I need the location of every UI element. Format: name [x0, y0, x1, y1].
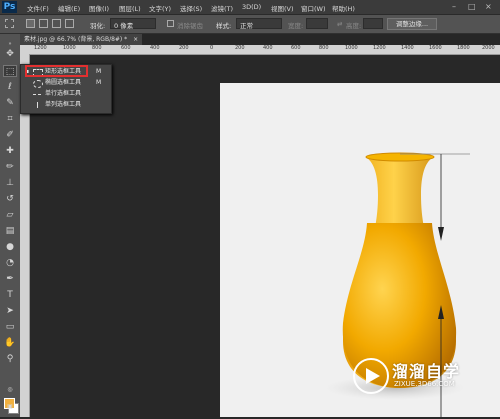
watermark-subtitle: ZIXUE.3D66.COM	[394, 380, 455, 388]
gradient-tool-icon[interactable]: ▤	[3, 225, 17, 237]
ruler-tick-label: 1800	[457, 45, 470, 51]
flyout-item-single-column-marquee[interactable]: 单列选框工具	[21, 100, 111, 110]
toolbox: » ✥ ⬚ ℓ ✎ ⌗ ✐ ✚ ✏ ⊥ ↺ ▱ ▤ ● ◔ ✒ T ➤ ▭ ✋ …	[0, 34, 21, 417]
menu-help[interactable]: 帮助(H)	[332, 3, 355, 13]
clone-stamp-tool-icon[interactable]: ⊥	[3, 177, 17, 189]
ruler-tick-label: 600	[121, 45, 131, 51]
eyedropper-tool-icon[interactable]: ✐	[3, 129, 17, 141]
feather-label: 羽化:	[90, 22, 106, 30]
flyout-item-label: 单行选框工具	[45, 90, 82, 97]
single-column-marquee-icon	[37, 102, 38, 108]
ruler-tick-label: 1400	[401, 45, 414, 51]
height-label: 高度:	[346, 22, 362, 30]
antialias-label: 消除锯齿	[177, 22, 203, 30]
dodge-tool-icon[interactable]: ◔	[3, 257, 17, 269]
style-value: 正常	[240, 22, 253, 30]
refine-edge-button[interactable]: 调整边缘...	[387, 18, 437, 30]
style-label: 样式:	[216, 22, 232, 30]
subtract-selection-icon[interactable]	[52, 19, 61, 28]
path-select-tool-icon[interactable]: ➤	[3, 305, 17, 317]
watermark-logo-icon	[353, 358, 389, 394]
document-tab[interactable]: 素材.jpg @ 66.7% (背景, RGB/8#) * ×	[20, 34, 143, 45]
ruler-tick-label: 200	[235, 45, 245, 51]
swap-icon[interactable]: ⇄	[337, 20, 342, 28]
menu-3d[interactable]: 3D(D)	[242, 3, 261, 11]
flyout-item-shortcut: M	[96, 68, 102, 75]
crop-tool-icon[interactable]: ⌗	[3, 113, 17, 125]
menu-filter[interactable]: 滤镜(T)	[211, 3, 233, 13]
menu-window[interactable]: 窗口(W)	[301, 3, 326, 13]
watermark-title: 溜溜自学	[392, 362, 461, 381]
ellipse-marquee-icon	[33, 80, 43, 88]
flyout-item-label: 椭圆选框工具	[45, 79, 82, 86]
width-input[interactable]	[306, 18, 328, 29]
feather-value: 0 像素	[114, 22, 134, 30]
single-row-marquee-icon	[33, 94, 41, 95]
history-brush-tool-icon[interactable]: ↺	[3, 193, 17, 205]
photoshop-logo: Ps	[2, 1, 17, 13]
brush-tool-icon[interactable]: ✏	[3, 161, 17, 173]
menu-type[interactable]: 文字(Y)	[149, 3, 171, 13]
marquee-tool-icon[interactable]: ⬚	[3, 65, 17, 77]
tool-preset-icon[interactable]	[5, 19, 14, 28]
ruler-tick-label: 400	[263, 45, 273, 51]
eraser-tool-icon[interactable]: ▱	[3, 209, 17, 221]
menu-select[interactable]: 选择(S)	[180, 3, 202, 13]
new-selection-icon[interactable]	[26, 19, 35, 28]
antialias-checkbox[interactable]	[167, 20, 174, 27]
ruler-tick-label: 200	[179, 45, 189, 51]
ruler-tick-label: 400	[150, 45, 160, 51]
blur-tool-icon[interactable]: ●	[3, 241, 17, 253]
type-tool-icon[interactable]: T	[3, 289, 17, 301]
quick-mask-icon[interactable]: ◎	[3, 384, 17, 396]
maximize-icon[interactable]: □	[468, 2, 476, 11]
flyout-item-ellipse-marquee[interactable]: 椭圆选框工具 M	[21, 78, 111, 88]
horizontal-ruler: 1200 1000 800 600 400 200 0 200 400 600 …	[20, 45, 500, 55]
toolbox-collapse-icon[interactable]: »	[3, 38, 17, 47]
add-selection-icon[interactable]	[39, 19, 48, 28]
move-tool-icon[interactable]: ✥	[3, 48, 17, 60]
flyout-item-single-row-marquee[interactable]: 单行选框工具	[21, 89, 111, 99]
options-bar: 羽化: 0 像素 消除锯齿 样式: 正常 宽度: ⇄ 高度: 调整边缘...	[0, 15, 500, 34]
ruler-tick-label: 2000	[482, 45, 495, 51]
ruler-tick-label: 1200	[373, 45, 386, 51]
ruler-tick-label: 1000	[63, 45, 76, 51]
screen-mode-icon[interactable]: ▣	[3, 401, 17, 413]
ruler-tick-label: 800	[319, 45, 329, 51]
document-tab-bar: 素材.jpg @ 66.7% (背景, RGB/8#) * ×	[20, 34, 500, 45]
quick-select-tool-icon[interactable]: ✎	[3, 97, 17, 109]
ruler-tick-label: 600	[291, 45, 301, 51]
feather-input[interactable]: 0 像素	[110, 18, 156, 30]
zoom-tool-icon[interactable]: ⚲	[3, 353, 17, 365]
style-select[interactable]: 正常	[236, 18, 282, 30]
minimize-icon[interactable]: –	[452, 2, 456, 11]
ruler-tick-label: 800	[92, 45, 102, 51]
flyout-item-label: 单列选框工具	[45, 101, 82, 108]
document-tab-title: 素材.jpg @ 66.7% (背景, RGB/8#) *	[24, 36, 128, 43]
highlight-box	[25, 65, 88, 77]
shape-tool-icon[interactable]: ▭	[3, 321, 17, 333]
menu-image[interactable]: 图像(I)	[89, 3, 109, 13]
watermark: 溜溜自学 ZIXUE.3D66.COM	[350, 352, 490, 400]
width-label: 宽度:	[288, 22, 304, 30]
tab-close-icon[interactable]: ×	[133, 36, 138, 43]
ruler-tick-label: 1600	[429, 45, 442, 51]
menu-view[interactable]: 视图(V)	[271, 3, 294, 13]
flyout-item-shortcut: M	[96, 79, 102, 86]
intersect-selection-icon[interactable]	[65, 19, 74, 28]
height-input[interactable]	[363, 18, 383, 29]
menu-bar: Ps 文件(F) 编辑(E) 图像(I) 图层(L) 文字(Y) 选择(S) 滤…	[0, 0, 500, 15]
menu-layer[interactable]: 图层(L)	[119, 3, 141, 13]
healing-brush-tool-icon[interactable]: ✚	[3, 145, 17, 157]
close-icon[interactable]: ×	[485, 2, 492, 11]
menu-edit[interactable]: 编辑(E)	[58, 3, 80, 13]
lasso-tool-icon[interactable]: ℓ	[3, 81, 17, 93]
ruler-tick-label: 1200	[34, 45, 47, 51]
menu-file[interactable]: 文件(F)	[27, 3, 49, 13]
hand-tool-icon[interactable]: ✋	[3, 337, 17, 349]
pen-tool-icon[interactable]: ✒	[3, 273, 17, 285]
ruler-tick-label: 0	[210, 45, 214, 51]
ruler-tick-label: 1000	[345, 45, 358, 51]
